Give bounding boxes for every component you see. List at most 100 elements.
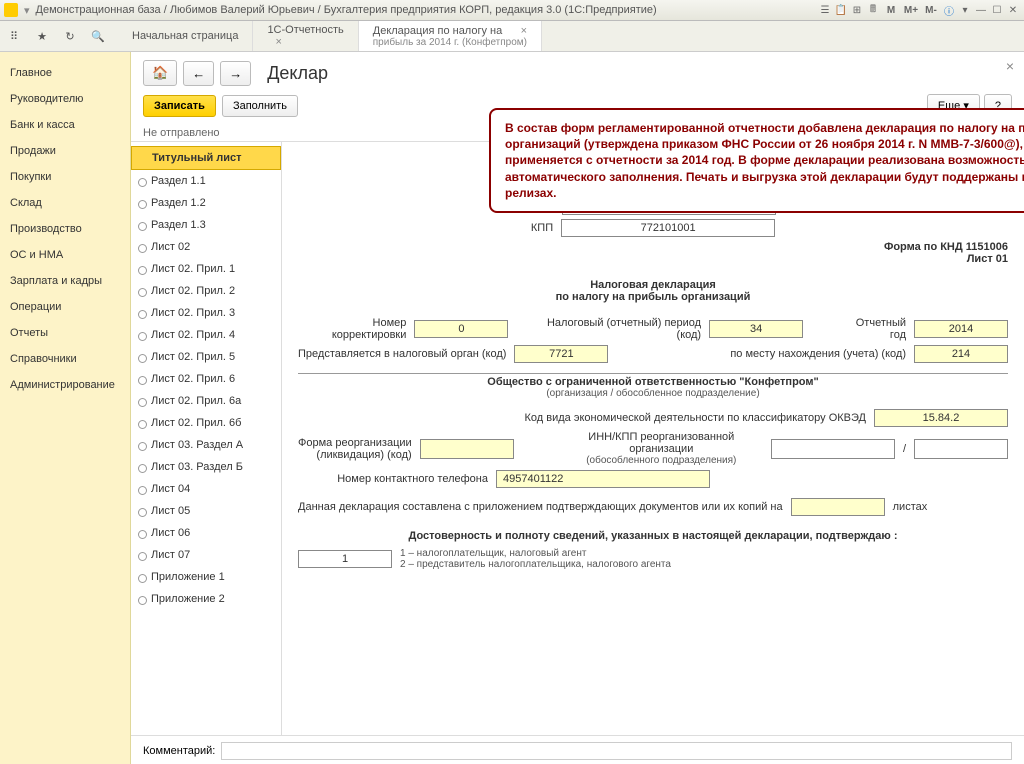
tool-icon[interactable]: ⊞ (850, 3, 864, 17)
dropdown-icon[interactable]: ▾ (958, 3, 972, 17)
fill-button[interactable]: Заполнить (222, 95, 298, 117)
minimize-icon[interactable]: — (974, 3, 988, 17)
toolbar-icons: ☰ 📋 ⊞ 🖩 M M+ M- ⓘ ▾ — ☐ ✕ (818, 3, 1020, 17)
info-icon[interactable]: ⓘ (942, 3, 956, 17)
sidebar-item[interactable]: Администрирование (0, 372, 130, 398)
label-attach2: листах (893, 501, 928, 513)
section-item[interactable]: Лист 02. Прил. 1 (131, 258, 281, 280)
section-item[interactable]: Приложение 2 (131, 588, 281, 610)
org-name: Общество с ограниченной ответственностью… (298, 376, 1008, 388)
field-reorg-inn[interactable] (771, 439, 895, 459)
tab-declaration[interactable]: Декларация по налогу на× прибыль за 2014… (359, 21, 542, 51)
field-reorg[interactable] (420, 439, 514, 459)
sidebar-item[interactable]: Руководителю (0, 86, 130, 112)
app-logo-icon (4, 3, 18, 17)
section-item[interactable]: Приложение 1 (131, 566, 281, 588)
label-organ: Представляется в налоговый орган (код) (298, 348, 506, 360)
confirm-title: Достоверность и полноту сведений, указан… (298, 530, 1008, 542)
field-organ[interactable]: 7721 (514, 345, 608, 363)
search-icon[interactable]: 🔍 (86, 24, 110, 48)
confirm-legend: 1 – налогоплательщик, налоговый агент 2 … (400, 548, 671, 570)
sidebar-item[interactable]: Производство (0, 216, 130, 242)
doc-title: Налоговая декларация по налогу на прибыл… (298, 279, 1008, 303)
label-reorg2: (ликвидация) (код) (298, 449, 412, 461)
form-area: Приложение №1 к приказу ФНС России от "2… (282, 142, 1024, 735)
field-confirm[interactable]: 1 (298, 550, 392, 568)
section-item[interactable]: Лист 02. Прил. 6а (131, 390, 281, 412)
section-item[interactable]: Лист 02. Прил. 6б (131, 412, 281, 434)
back-button[interactable]: ← (183, 61, 214, 86)
field-reorg-kpp[interactable] (914, 439, 1008, 459)
apps-icon[interactable]: ⠿ (2, 24, 26, 48)
sidebar-item[interactable]: Справочники (0, 346, 130, 372)
sidebar-item[interactable]: Операции (0, 294, 130, 320)
m-button[interactable]: M (882, 3, 900, 17)
section-item[interactable]: Лист 03. Раздел А (131, 434, 281, 456)
sidebar-item[interactable]: Склад (0, 190, 130, 216)
label-period: Налоговый (отчетный) период (код) (524, 317, 701, 341)
m-minus-button[interactable]: M- (922, 3, 940, 17)
tool-icon[interactable]: 📋 (834, 3, 848, 17)
sheet-number: Лист 01 (298, 253, 1008, 265)
tab-reporting[interactable]: 1С-Отчетность× (253, 21, 358, 51)
close-icon[interactable]: ✕ (1006, 3, 1020, 17)
field-phone[interactable]: 4957401122 (496, 470, 710, 488)
save-button[interactable]: Записать (143, 95, 216, 117)
field-period[interactable]: 34 (709, 320, 803, 338)
app-dropdown-icon[interactable]: ▾ (24, 4, 30, 17)
sidebar-item[interactable]: ОС и НМА (0, 242, 130, 268)
tab-home[interactable]: Начальная страница (118, 21, 253, 51)
toolbar: 🏠 ← → Деклар (131, 52, 1024, 94)
main-area: × 🏠 ← → Деклар Записать Заполнить Еще ▾ … (131, 52, 1024, 764)
tab-close-icon[interactable]: × (275, 36, 343, 48)
section-item[interactable]: Лист 02. Прил. 5 (131, 346, 281, 368)
title-bar: ▾ Демонстрационная база / Любимов Валери… (0, 0, 1024, 21)
sidebar-item[interactable]: Продажи (0, 138, 130, 164)
field-kpp[interactable]: 772101001 (561, 219, 775, 237)
label-okved: Код вида экономической деятельности по к… (298, 412, 866, 424)
field-year[interactable]: 2014 (914, 320, 1008, 338)
sidebar-item[interactable]: Главное (0, 60, 130, 86)
section-list: Титульный лист Раздел 1.1 Раздел 1.2 Раз… (131, 142, 282, 735)
tab-close-icon[interactable]: × (521, 25, 527, 37)
section-item[interactable]: Лист 02. Прил. 4 (131, 324, 281, 346)
close-form-icon[interactable]: × (1006, 58, 1014, 74)
section-item[interactable]: Лист 04 (131, 478, 281, 500)
comment-input[interactable] (221, 742, 1012, 760)
section-item[interactable]: Лист 07 (131, 544, 281, 566)
tool-icon[interactable]: ☰ (818, 3, 832, 17)
section-item[interactable]: Лист 06 (131, 522, 281, 544)
section-item[interactable]: Лист 02. Прил. 2 (131, 280, 281, 302)
field-okved[interactable]: 15.84.2 (874, 409, 1008, 427)
home-button[interactable]: 🏠 (143, 60, 177, 86)
star-icon[interactable]: ★ (30, 24, 54, 48)
section-item[interactable]: Раздел 1.3 (131, 214, 281, 236)
section-item[interactable]: Лист 03. Раздел Б (131, 456, 281, 478)
label-correction: Номер корректировки (298, 317, 406, 341)
label-phone: Номер контактного телефона (298, 473, 488, 485)
forward-button[interactable]: → (220, 61, 251, 86)
tool-icon[interactable]: 🖩 (866, 3, 880, 17)
section-item[interactable]: Лист 02. Прил. 3 (131, 302, 281, 324)
label-year: Отчетный год (839, 317, 906, 341)
sidebar-item[interactable]: Зарплата и кадры (0, 268, 130, 294)
m-plus-button[interactable]: M+ (902, 3, 920, 17)
sidebar: Главное Руководителю Банк и касса Продаж… (0, 52, 131, 764)
page-title: Деклар (267, 63, 328, 84)
sidebar-item[interactable]: Покупки (0, 164, 130, 190)
section-item[interactable]: Лист 02 (131, 236, 281, 258)
section-item[interactable]: Раздел 1.1 (131, 170, 281, 192)
section-item[interactable]: Титульный лист (131, 146, 281, 170)
field-correction[interactable]: 0 (414, 320, 508, 338)
field-place[interactable]: 214 (914, 345, 1008, 363)
history-icon[interactable]: ↻ (58, 24, 82, 48)
sidebar-item[interactable]: Банк и касса (0, 112, 130, 138)
section-item[interactable]: Раздел 1.2 (131, 192, 281, 214)
maximize-icon[interactable]: ☐ (990, 3, 1004, 17)
field-attach[interactable] (791, 498, 885, 516)
label-comment: Комментарий: (143, 745, 215, 757)
sidebar-item[interactable]: Отчеты (0, 320, 130, 346)
section-item[interactable]: Лист 02. Прил. 6 (131, 368, 281, 390)
label-reorg-inn2: (обособленного подразделения) (560, 455, 763, 466)
section-item[interactable]: Лист 05 (131, 500, 281, 522)
